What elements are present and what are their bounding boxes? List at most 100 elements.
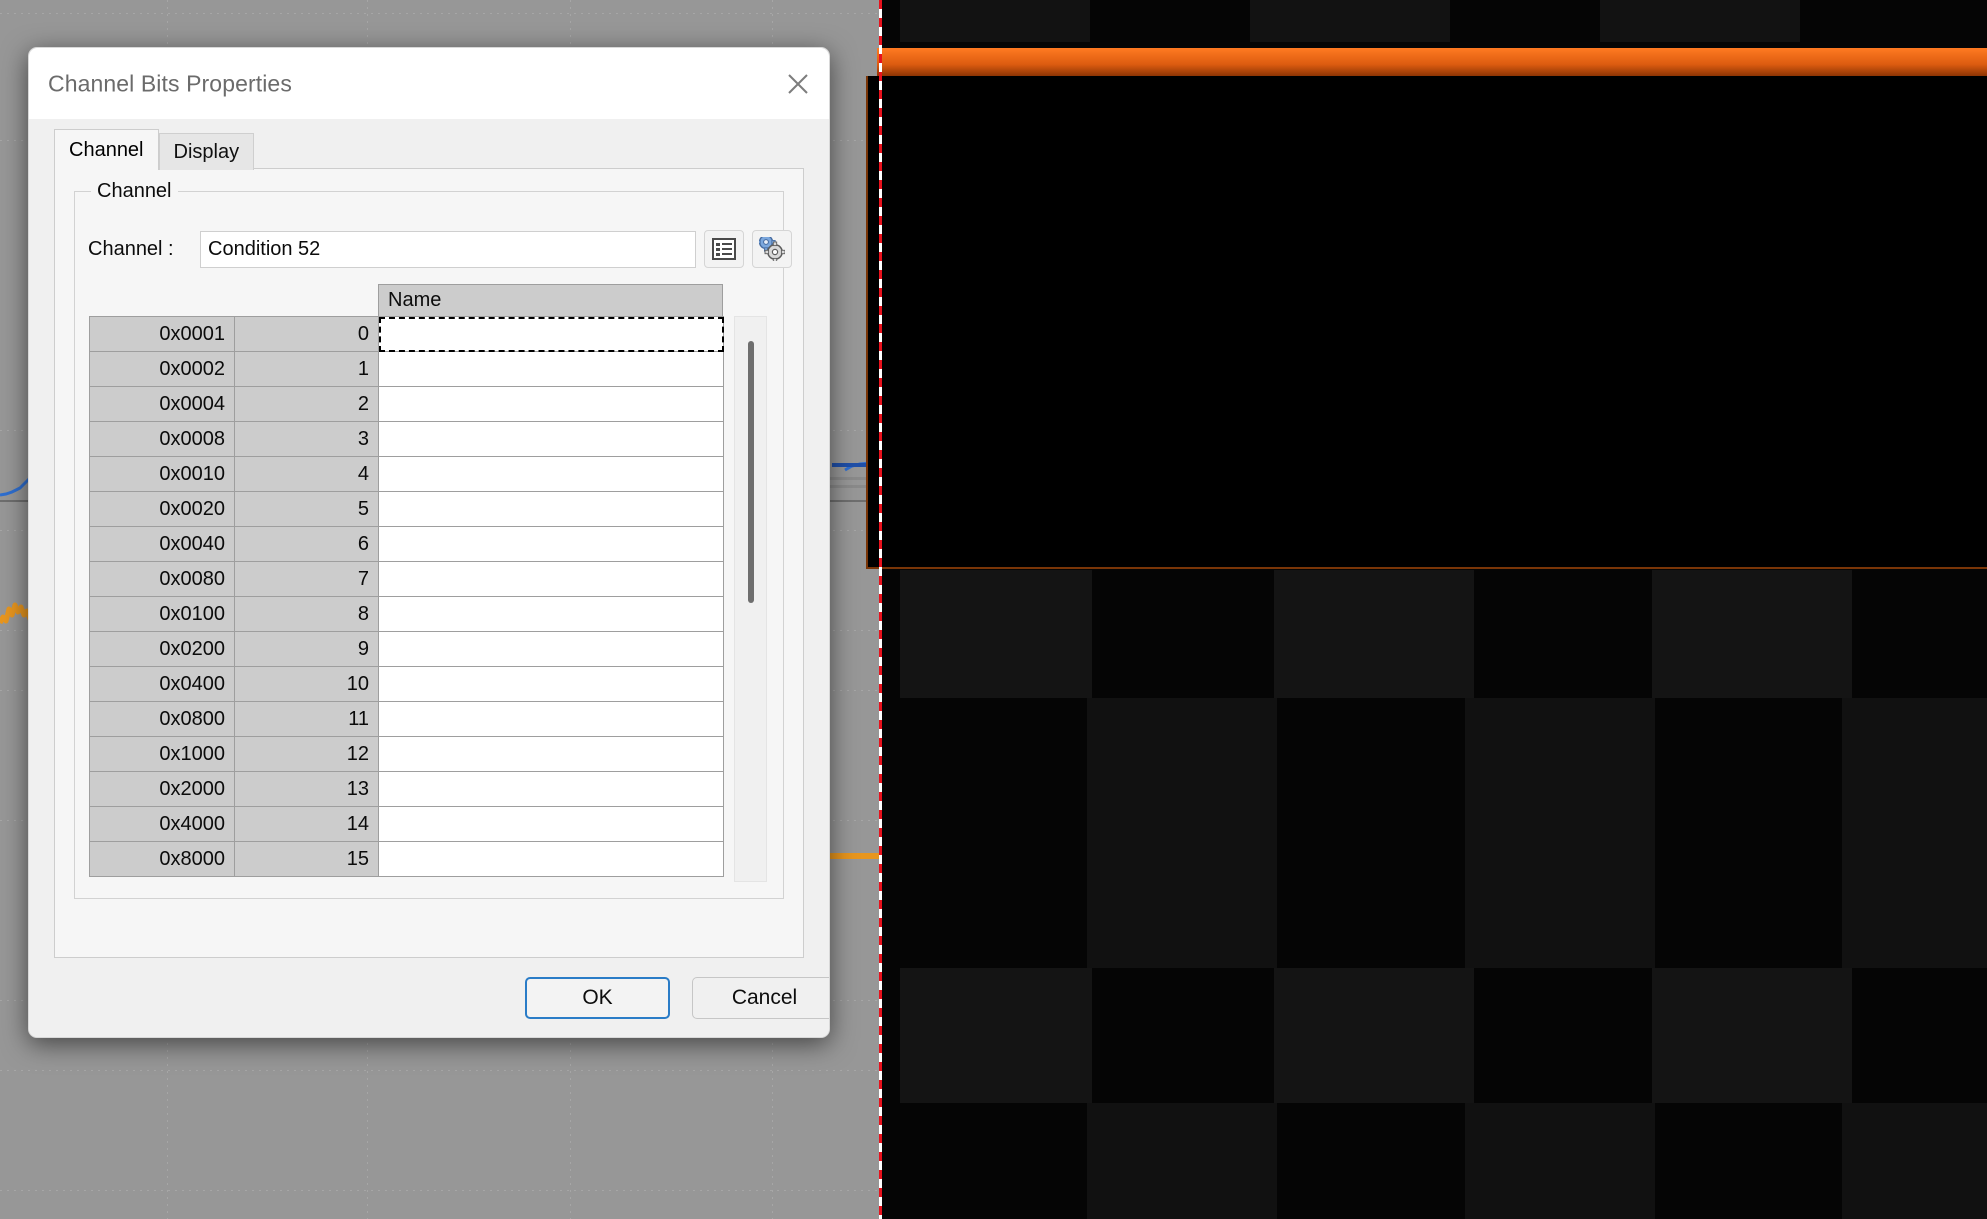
dialog-titlebar[interactable]: Channel Bits Properties (29, 48, 829, 119)
bits-table-scrollbar[interactable] (734, 316, 767, 882)
table-cell-mask: 0x0020 (89, 491, 235, 527)
checker-cell (1087, 1103, 1277, 1219)
table-row[interactable]: 0x0020 5 (89, 491, 724, 527)
table-row[interactable]: 0x0004 2 (89, 386, 724, 422)
waveform-trace-orange-segment (824, 853, 882, 859)
table-cell-name[interactable] (378, 701, 724, 737)
table-cell-name[interactable] (378, 491, 724, 527)
bits-table[interactable]: 0x0001 0 0x0002 1 0x0004 2 0x0008 3 0x0010 4 0x002… (89, 316, 724, 877)
tabstrip: Channel Display (54, 129, 255, 170)
table-cell-bit-index: 1 (234, 351, 379, 387)
table-row[interactable]: 0x4000 14 (89, 806, 724, 842)
table-cell-mask: 0x1000 (89, 736, 235, 772)
table-cell-mask: 0x0100 (89, 596, 235, 632)
table-row[interactable]: 0x0800 11 (89, 701, 724, 737)
close-icon[interactable] (766, 48, 829, 119)
channel-list-button[interactable] (704, 230, 744, 268)
cancel-button[interactable]: Cancel (692, 977, 829, 1019)
table-row[interactable]: 0x1000 12 (89, 736, 724, 772)
table-row[interactable]: 0x0400 10 (89, 666, 724, 702)
table-cell-bit-index: 7 (234, 561, 379, 597)
table-row[interactable]: 0x0002 1 (89, 351, 724, 387)
table-cell-bit-index: 10 (234, 666, 379, 702)
table-row[interactable]: 0x2000 13 (89, 771, 724, 807)
table-cell-name[interactable] (378, 841, 724, 877)
channel-groupbox-legend: Channel (91, 180, 178, 203)
time-cursor-line[interactable] (879, 0, 882, 1219)
table-cell-name[interactable] (378, 736, 724, 772)
table-cell-name[interactable] (378, 351, 724, 387)
table-cell-mask: 0x4000 (89, 806, 235, 842)
checker-cell (900, 0, 1090, 42)
table-cell-name[interactable] (378, 526, 724, 562)
table-cell-bit-index: 0 (234, 316, 379, 352)
checker-cell (900, 570, 1092, 698)
list-icon (712, 238, 736, 260)
orange-status-bar (877, 48, 1987, 76)
table-row[interactable]: 0x8000 15 (89, 841, 724, 877)
checker-cell (1087, 698, 1277, 968)
bits-table-header-name-label: Name (388, 289, 442, 311)
table-cell-name[interactable] (378, 561, 724, 597)
table-cell-bit-index: 13 (234, 771, 379, 807)
dialog-body: Channel Display Channel Channel : Condit… (29, 119, 829, 1037)
ok-button[interactable]: OK (525, 977, 670, 1019)
table-cell-name[interactable] (378, 771, 724, 807)
channel-field-row: Channel : (88, 230, 792, 268)
table-cell-name[interactable] (378, 631, 724, 667)
checker-cell (1465, 1103, 1655, 1219)
checker-cell (1600, 0, 1800, 42)
channel-bits-properties-dialog: Channel Bits Properties Channel Display … (28, 47, 830, 1038)
ok-button-label: OK (582, 986, 613, 1009)
checker-cell (900, 968, 1092, 1103)
channel-settings-button[interactable] (752, 230, 792, 268)
checker-cell (1842, 1103, 1987, 1219)
bits-table-container: Name 0x0001 0 0x0002 1 0x0004 2 0x0008 3 0x0010 4… (89, 284, 767, 889)
table-cell-mask: 0x0004 (89, 386, 235, 422)
table-cell-bit-index: 12 (234, 736, 379, 772)
dialog-footer: OK Cancel (29, 959, 829, 1037)
table-row[interactable]: 0x0080 7 (89, 561, 724, 597)
tab-channel[interactable]: Channel (54, 129, 159, 170)
bits-table-scrollbar-thumb[interactable] (748, 341, 754, 603)
table-cell-mask: 0x0008 (89, 421, 235, 457)
tab-display[interactable]: Display (158, 133, 255, 170)
table-row[interactable]: 0x0100 8 (89, 596, 724, 632)
checker-cell (1250, 0, 1450, 42)
table-row[interactable]: 0x0001 0 (89, 316, 724, 352)
checker-cell (1274, 968, 1474, 1103)
table-cell-bit-index: 3 (234, 421, 379, 457)
table-cell-bit-index: 8 (234, 596, 379, 632)
table-cell-name[interactable] (378, 421, 724, 457)
table-cell-mask: 0x8000 (89, 841, 235, 877)
table-cell-name[interactable] (378, 456, 724, 492)
grid-line-horizontal (0, 13, 882, 14)
table-cell-name[interactable] (378, 596, 724, 632)
table-cell-name[interactable] (378, 806, 724, 842)
table-cell-mask: 0x0040 (89, 526, 235, 562)
table-cell-name[interactable] (378, 386, 724, 422)
table-cell-mask: 0x0001 (89, 316, 235, 352)
tab-channel-label: Channel (69, 138, 144, 161)
table-row[interactable]: 0x0200 9 (89, 631, 724, 667)
dialog-title: Channel Bits Properties (48, 70, 292, 96)
channel-input[interactable] (200, 230, 696, 268)
table-cell-bit-index: 11 (234, 701, 379, 737)
table-cell-name[interactable] (378, 666, 724, 702)
table-cell-bit-index: 14 (234, 806, 379, 842)
table-row[interactable]: 0x0010 4 (89, 456, 724, 492)
checkerboard-region (882, 570, 1987, 1219)
table-cell-mask: 0x0800 (89, 701, 235, 737)
table-row[interactable]: 0x0040 6 (89, 526, 724, 562)
table-cell-mask: 0x0010 (89, 456, 235, 492)
table-cell-name[interactable] (378, 316, 724, 352)
bits-table-header-name[interactable]: Name (378, 284, 723, 316)
grid-line-horizontal (0, 1190, 882, 1191)
table-row[interactable]: 0x0008 3 (89, 421, 724, 457)
checker-cell (1465, 698, 1655, 968)
gears-icon (759, 237, 785, 261)
tab-panel-channel: Channel Channel : Condition 52 Name 0x00… (54, 168, 804, 958)
cancel-button-label: Cancel (731, 986, 798, 1009)
channel-field-label: Channel : (88, 237, 174, 260)
table-cell-mask: 0x0200 (89, 631, 235, 667)
